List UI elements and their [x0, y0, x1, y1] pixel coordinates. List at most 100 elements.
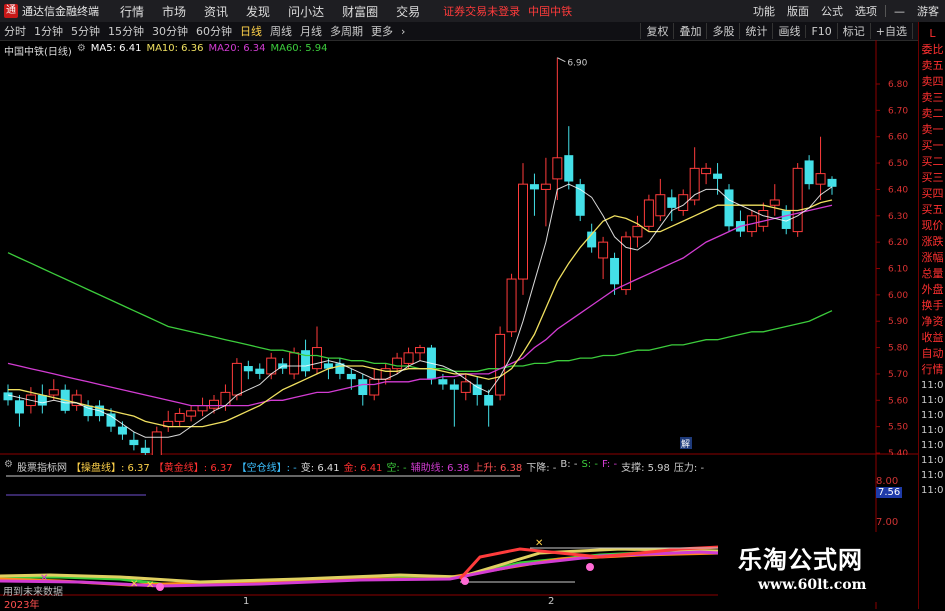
candle-body-up: [186, 410, 197, 417]
candle-body-up: [151, 431, 162, 455]
quote-side-panel: L 委比 卖五 卖四 卖三 卖二 卖一 买一 买二 买三 买四 买五 现价 涨跌…: [918, 22, 945, 609]
candle-body-up: [392, 357, 403, 370]
panel-outer[interactable]: 外盘: [919, 282, 945, 298]
panel-buy2[interactable]: 买二: [919, 154, 945, 170]
candle-body-up: [792, 167, 803, 233]
indicator-gear-icon[interactable]: ⚙: [4, 459, 13, 474]
panel-change[interactable]: 涨跌: [919, 234, 945, 250]
candle-body-down: [438, 379, 448, 385]
tool-biaoji[interactable]: 标记: [836, 23, 870, 39]
panel-price[interactable]: 现价: [919, 218, 945, 234]
candle-body-up: [495, 333, 506, 396]
panel-buy5[interactable]: 买五: [919, 202, 945, 218]
menu-shichang[interactable]: 市场: [153, 3, 195, 20]
candle-body-down: [346, 373, 356, 380]
price-tick-label: 5.80: [888, 344, 908, 354]
candle-body-up: [174, 412, 185, 422]
panel-buy1[interactable]: 买一: [919, 138, 945, 154]
period-fenshi[interactable]: 分时: [0, 23, 30, 39]
menu-gongshi[interactable]: 公式: [815, 3, 849, 19]
candle-body-down: [804, 160, 814, 185]
menu-zixun[interactable]: 资讯: [195, 3, 237, 20]
price-tick-label: 5.70: [888, 370, 908, 380]
tool-f10[interactable]: F10: [805, 24, 836, 38]
panel-nav[interactable]: 净资: [919, 314, 945, 330]
login-status[interactable]: 证券交易未登录: [443, 3, 520, 19]
menu-gongneng[interactable]: 功能: [747, 3, 781, 19]
bian-value: 变: 6.41: [300, 463, 340, 474]
candle-body-up: [701, 167, 712, 175]
price-tick-label: 6.00: [888, 291, 908, 301]
tool-huaxian[interactable]: 画线: [772, 23, 805, 39]
candle-body-up: [415, 347, 425, 354]
menu-caifuquan[interactable]: 财富圈: [333, 3, 387, 20]
panel-quote[interactable]: 行情: [919, 362, 945, 378]
period-week[interactable]: 周线: [266, 23, 296, 39]
panel-buy3[interactable]: 买三: [919, 170, 945, 186]
price-tick-label: 5.90: [888, 317, 908, 327]
kline-chart[interactable]: 6.80 6.70 6.60 6.50 6.40 6.30 6.20 6.10 6.00 5.90…: [0, 40, 918, 455]
ma10-line: [8, 199, 833, 428]
tool-diejia[interactable]: 叠加: [673, 23, 706, 39]
panel-volume[interactable]: 总量: [919, 266, 945, 282]
period-more[interactable]: 更多: [367, 23, 397, 39]
price-tick-label: 6.80: [888, 80, 908, 90]
s-value: S: -: [581, 459, 598, 470]
menu-jiaoyi[interactable]: 交易: [387, 3, 429, 20]
period-month[interactable]: 月线: [296, 23, 326, 39]
menu-banmian[interactable]: 版面: [781, 3, 815, 19]
period-15min[interactable]: 15分钟: [104, 23, 148, 39]
menu-hangqing[interactable]: 行情: [111, 3, 153, 20]
price-tick-label: 6.60: [888, 133, 908, 143]
user-guest[interactable]: 游客: [911, 3, 945, 19]
tool-fuquan[interactable]: 复权: [640, 23, 673, 39]
menu-wenxiaoda[interactable]: 问小达: [279, 3, 333, 20]
kong-value: 空: -: [386, 463, 407, 474]
time-row: 11:0: [921, 410, 944, 421]
tool-duogu[interactable]: 多股: [706, 23, 739, 39]
current-stock-name: 中国中铁: [528, 5, 573, 18]
period-30min[interactable]: 30分钟: [148, 23, 192, 39]
panel-auto[interactable]: 自动: [919, 346, 945, 362]
panel-sell1[interactable]: 卖一: [919, 122, 945, 138]
tool-zixuan[interactable]: +自选: [869, 23, 912, 39]
period-1min[interactable]: 1分钟: [30, 23, 67, 39]
candle-body-down: [564, 155, 574, 182]
signal-dot-icon: [586, 563, 594, 571]
chevron-right-icon[interactable]: ›: [397, 25, 409, 38]
panel-turnover[interactable]: 换手: [919, 298, 945, 314]
tool-tongji[interactable]: 统计: [739, 23, 772, 39]
price-tick-label: 5.60: [888, 396, 908, 406]
candle-body-up: [460, 381, 471, 393]
candle-body-down: [3, 392, 13, 401]
signal-dot-icon: [156, 583, 164, 591]
panel-sell5[interactable]: 卖五: [919, 58, 945, 74]
candle-body-up: [403, 352, 414, 364]
time-row: 11:0: [921, 425, 944, 436]
candle-body-up: [758, 210, 769, 227]
candle-body-up: [48, 389, 59, 396]
fuzhu-value: 辅助线: 6.38: [410, 463, 470, 474]
panel-earnings[interactable]: 收益: [919, 330, 945, 346]
period-60min[interactable]: 60分钟: [192, 23, 236, 39]
ma20-value: MA20: 6.34: [208, 43, 266, 54]
panel-sell2[interactable]: 卖二: [919, 106, 945, 122]
menu-xuanxiang[interactable]: 选项: [849, 3, 883, 19]
window-min-icon[interactable]: —: [888, 5, 911, 18]
panel-buy4[interactable]: 买四: [919, 186, 945, 202]
period-5min[interactable]: 5分钟: [67, 23, 104, 39]
candle-body-up: [289, 352, 300, 375]
candle-body-down: [827, 178, 837, 187]
candle-body-up: [506, 278, 517, 333]
candle-body-up: [815, 173, 826, 185]
panel-sell3[interactable]: 卖三: [919, 90, 945, 106]
period-day[interactable]: 日线: [236, 23, 266, 39]
gear-icon[interactable]: ⚙: [77, 43, 86, 58]
panel-sell4[interactable]: 卖四: [919, 74, 945, 90]
panel-weibi[interactable]: 委比: [919, 42, 945, 58]
panel-pct[interactable]: 涨幅: [919, 250, 945, 266]
candle-body-up: [197, 405, 208, 412]
ind-axis-700: 7.00: [876, 517, 899, 528]
period-multi[interactable]: 多周期: [326, 23, 367, 39]
menu-faxian[interactable]: 发现: [237, 3, 279, 20]
